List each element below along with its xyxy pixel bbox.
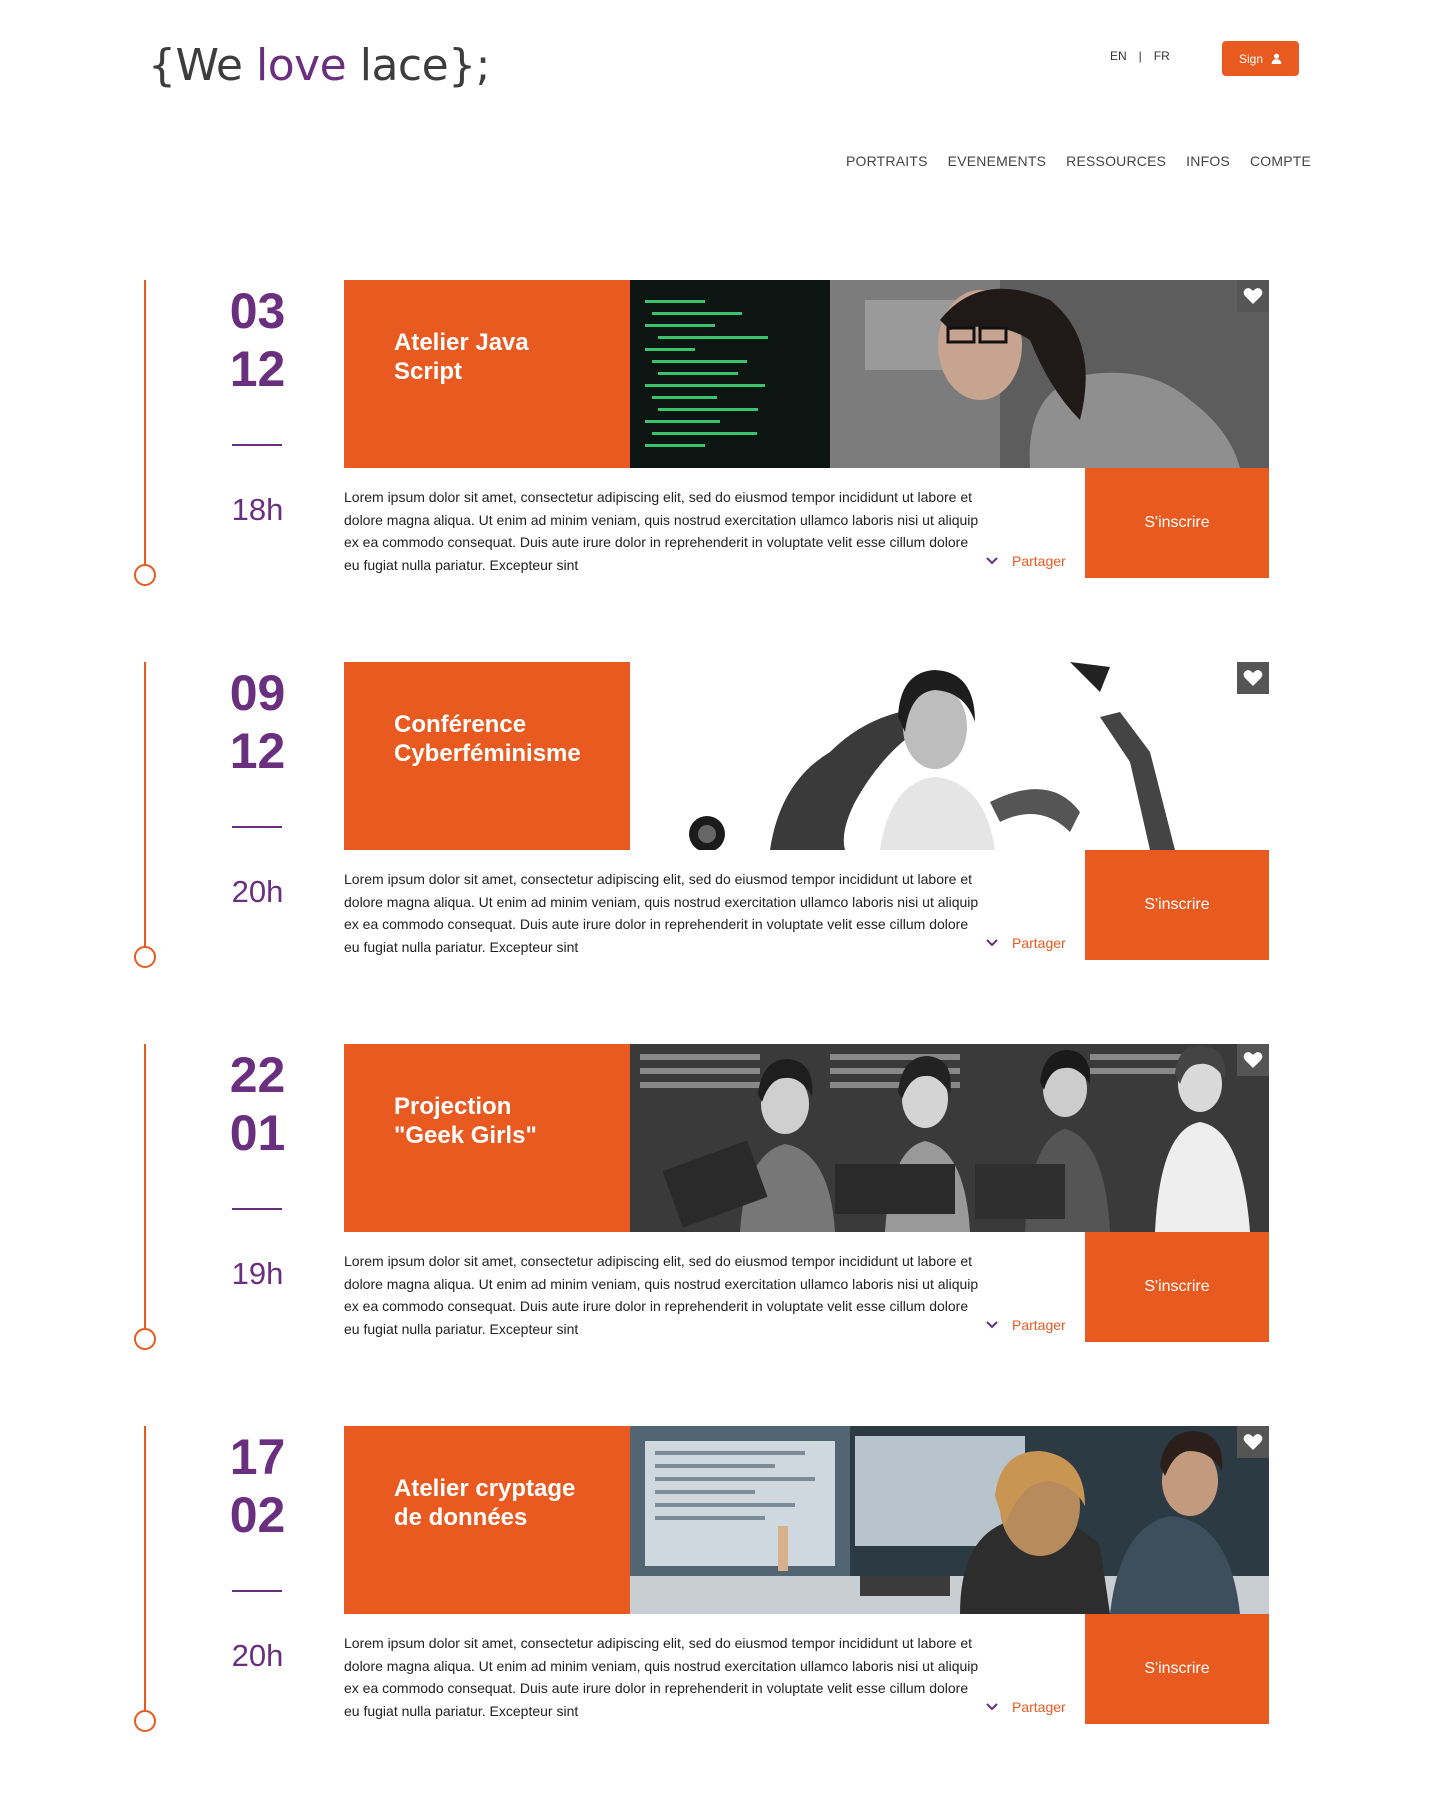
- event-time: 18h: [231, 492, 284, 527]
- event-month: 01: [229, 1105, 286, 1161]
- event-title: Conférence Cyberféminisme: [344, 662, 630, 850]
- signup-button[interactable]: S'inscrire: [1085, 468, 1269, 578]
- event-day: 09: [229, 665, 286, 721]
- nav-item-infos[interactable]: INFOS: [1186, 153, 1230, 169]
- event-title-line-2: Script: [394, 358, 463, 385]
- date-divider: [232, 826, 282, 828]
- chevron-down-icon: [986, 1703, 998, 1711]
- share-button[interactable]: Partager: [986, 553, 1066, 569]
- event-time: 20h: [231, 1638, 284, 1673]
- heart-icon: [1243, 288, 1263, 304]
- lang-fr-link[interactable]: FR: [1154, 49, 1170, 63]
- event-date: 09 12: [200, 664, 315, 780]
- event-month: 02: [229, 1487, 286, 1543]
- event-title-line-2: Cyberféminisme: [394, 740, 581, 767]
- event-card: 03 12 18h Atelier Java Script Lorem ipsu…: [0, 280, 1440, 586]
- nav-item-portraits[interactable]: PORTRAITS: [846, 153, 928, 169]
- event-month: 12: [229, 341, 286, 397]
- event-description: Lorem ipsum dolor sit amet, consectetur …: [344, 489, 979, 573]
- event-image: [630, 280, 1269, 468]
- event-date: 22 01: [200, 1046, 315, 1162]
- timeline-line: [144, 662, 146, 949]
- timeline-dot: [134, 564, 156, 586]
- event-date: 03 12: [200, 282, 315, 398]
- chevron-down-icon: [986, 939, 998, 947]
- nav-item-evenements[interactable]: EVENEMENTS: [948, 153, 1046, 169]
- date-divider: [232, 444, 282, 446]
- logo-text-accent: love: [255, 40, 347, 91]
- lang-separator: |: [1138, 49, 1142, 63]
- event-description: Lorem ipsum dolor sit amet, consectetur …: [344, 1253, 979, 1337]
- event-title-line-2: de données: [394, 1504, 528, 1531]
- signup-button[interactable]: S'inscrire: [1085, 850, 1269, 960]
- event-card: 09 12 20h Conférence Cyberféminisme Lore…: [0, 662, 1440, 968]
- favorite-button[interactable]: [1237, 662, 1269, 694]
- event-title: Projection "Geek Girls": [344, 1044, 630, 1232]
- sign-button-label: Sign: [1238, 51, 1264, 66]
- event-date: 17 02: [200, 1428, 315, 1544]
- signup-button[interactable]: S'inscrire: [1085, 1614, 1269, 1724]
- timeline-dot: [134, 1328, 156, 1350]
- share-label: Partager: [1012, 1317, 1066, 1333]
- signup-button[interactable]: S'inscrire: [1085, 1232, 1269, 1342]
- heart-icon: [1243, 670, 1263, 686]
- event-card: 17 02 20h Atelier cryptage de données Lo…: [0, 1426, 1440, 1732]
- event-title-line-1: Atelier Java: [394, 329, 529, 356]
- favorite-button[interactable]: [1237, 280, 1269, 312]
- event-day: 03: [229, 283, 286, 339]
- event-image: [630, 1426, 1269, 1614]
- date-divider: [232, 1208, 282, 1210]
- nav-item-compte[interactable]: COMPTE: [1250, 153, 1311, 169]
- logo-text-open: {We: [148, 40, 256, 91]
- share-label: Partager: [1012, 935, 1066, 951]
- chevron-down-icon: [986, 1321, 998, 1329]
- site-logo[interactable]: {We love lace};: [148, 40, 491, 91]
- event-image: [630, 662, 1269, 850]
- event-title: Atelier Java Script: [344, 280, 630, 468]
- date-divider: [232, 1590, 282, 1592]
- event-title: Atelier cryptage de données: [344, 1426, 630, 1614]
- event-title-line-1: Atelier cryptage: [394, 1475, 576, 1502]
- logo-text-close: lace};: [346, 40, 491, 91]
- event-card: 22 01 19h Projection "Geek Girls" Lorem …: [0, 1044, 1440, 1350]
- sign-button[interactable]: Sign: [1222, 41, 1299, 76]
- share-button[interactable]: Partager: [986, 935, 1066, 951]
- timeline-dot: [134, 946, 156, 968]
- timeline-line: [144, 1044, 146, 1331]
- favorite-button[interactable]: [1237, 1426, 1269, 1458]
- share-button[interactable]: Partager: [986, 1317, 1066, 1333]
- timeline-line: [144, 280, 146, 567]
- share-label: Partager: [1012, 1699, 1066, 1715]
- heart-icon: [1243, 1052, 1263, 1068]
- timeline-dot: [134, 1710, 156, 1732]
- event-title-line-1: Projection: [394, 1093, 512, 1120]
- event-day: 17: [229, 1429, 286, 1485]
- event-day: 22: [229, 1047, 286, 1103]
- event-image: [630, 1044, 1269, 1232]
- language-switcher: EN | FR: [1110, 49, 1170, 63]
- event-time: 20h: [231, 874, 284, 909]
- share-button[interactable]: Partager: [986, 1699, 1066, 1715]
- timeline-line: [144, 1426, 146, 1713]
- heart-icon: [1243, 1434, 1263, 1450]
- user-icon: [1271, 53, 1282, 64]
- event-description: Lorem ipsum dolor sit amet, consectetur …: [344, 1635, 979, 1719]
- event-title-line-2: "Geek Girls": [394, 1122, 537, 1149]
- lang-en-link[interactable]: EN: [1110, 49, 1127, 63]
- nav-item-ressources[interactable]: RESSOURCES: [1066, 153, 1166, 169]
- event-description: Lorem ipsum dolor sit amet, consectetur …: [344, 871, 979, 955]
- event-title-line-1: Conférence: [394, 711, 527, 738]
- share-label: Partager: [1012, 553, 1066, 569]
- event-time: 19h: [231, 1256, 284, 1291]
- main-nav: PORTRAITS EVENEMENTS RESSOURCES INFOS CO…: [846, 153, 1311, 169]
- event-month: 12: [229, 723, 286, 779]
- favorite-button[interactable]: [1237, 1044, 1269, 1076]
- chevron-down-icon: [986, 557, 998, 565]
